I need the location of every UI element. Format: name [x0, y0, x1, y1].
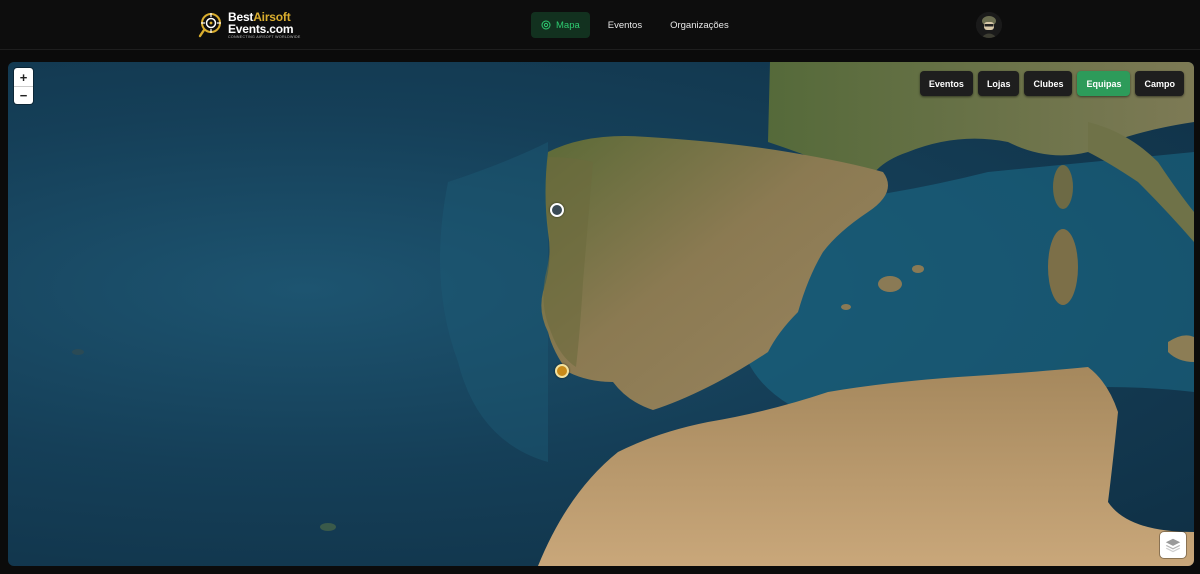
zoom-out-button[interactable]: −: [14, 86, 33, 104]
team-map-marker[interactable]: [555, 364, 569, 378]
nav-item-eventos[interactable]: Eventos: [598, 12, 652, 38]
nav-item-mapa[interactable]: Mapa: [531, 12, 590, 38]
nav-item-label: Organizações: [670, 19, 729, 31]
filter-equipas-button[interactable]: Equipas: [1077, 71, 1131, 96]
nav-item-label: Mapa: [556, 19, 580, 31]
logo-wordmark-line1: BestAirsoft: [228, 9, 291, 24]
filter-campo-button[interactable]: Campo: [1135, 71, 1184, 96]
filter-eventos-button[interactable]: Eventos: [919, 71, 973, 96]
team-map-marker[interactable]: [550, 203, 564, 217]
crosshair-logo-icon: [198, 13, 221, 38]
map-filter-bar: Eventos Lojas Clubes Equipas Campo: [919, 71, 1184, 96]
logo-tagline: CONNECTING AIRSOFT WORLDWIDE: [228, 34, 301, 39]
layers-icon: [1165, 538, 1181, 553]
main-nav: Mapa Eventos Organizações: [531, 12, 747, 38]
satellite-map-terrain: [72, 62, 1194, 566]
filter-clubes-button[interactable]: Clubes: [1024, 71, 1073, 96]
top-header: BestAirsoft Events.com CONNECTING AIRSOF…: [0, 0, 1200, 50]
map-view[interactable]: + − Eventos Lojas Clubes Equipas Campo: [8, 62, 1194, 566]
user-avatar[interactable]: [976, 12, 1002, 38]
logo-wordmark-line2: Events.com: [228, 21, 294, 36]
filter-lojas-button[interactable]: Lojas: [977, 71, 1020, 96]
layer-control-button[interactable]: [1160, 532, 1186, 558]
zoom-in-button[interactable]: +: [14, 68, 33, 86]
map-pin-icon: [541, 20, 551, 30]
site-logo[interactable]: BestAirsoft Events.com CONNECTING AIRSOF…: [198, 11, 301, 39]
soldier-avatar-icon: [976, 12, 1002, 38]
zoom-control: + −: [14, 68, 33, 104]
nav-item-organizacoes[interactable]: Organizações: [660, 12, 739, 38]
nav-item-label: Eventos: [607, 19, 643, 31]
